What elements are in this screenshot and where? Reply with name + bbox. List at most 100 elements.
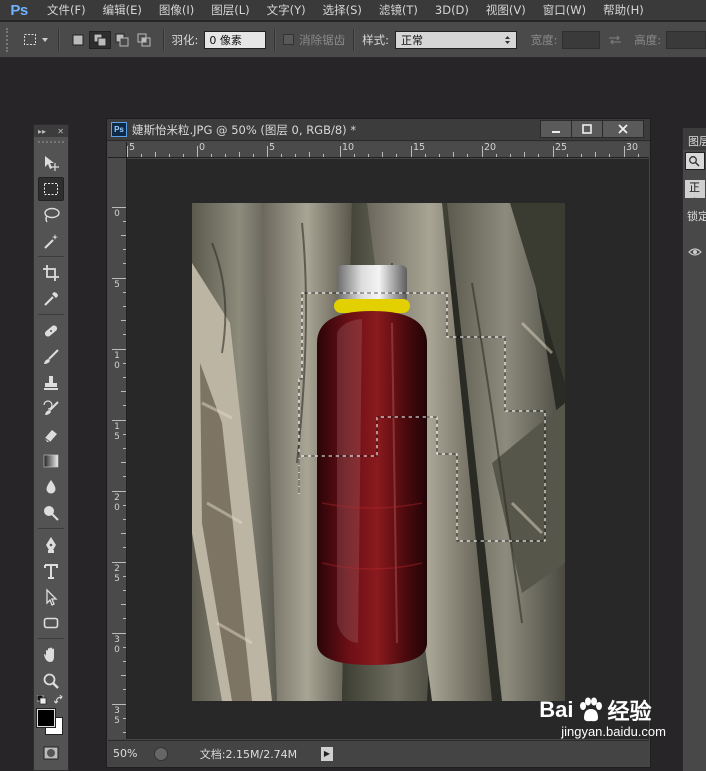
zoom-level[interactable]: 50%	[108, 747, 154, 760]
menu-help[interactable]: 帮助(H)	[594, 0, 652, 20]
swap-dimensions-icon[interactable]	[600, 31, 630, 49]
style-select[interactable]: 正常	[395, 30, 517, 49]
move-tool-icon[interactable]	[38, 151, 64, 175]
magic-wand-tool-icon[interactable]	[38, 229, 64, 253]
vertical-ruler[interactable]: 0 5 10 15 20 25 30 35	[108, 158, 127, 739]
options-bar: 羽化: 0 像素 消除锯齿 样式: 正常 宽度: 高度:	[0, 22, 706, 58]
brush-tool-icon[interactable]	[38, 345, 64, 369]
ruler-origin[interactable]	[108, 142, 127, 158]
history-brush-tool-icon[interactable]	[38, 397, 64, 421]
menu-image[interactable]: 图像(I)	[150, 0, 202, 20]
bottle-photo	[192, 203, 565, 701]
screen-mode-icon[interactable]	[38, 767, 64, 771]
type-tool-icon[interactable]	[38, 559, 64, 583]
baidu-watermark: Bai 经验 jingyan.baidu.com	[539, 694, 666, 739]
tools-divider	[38, 528, 64, 529]
preset-dropdown-icon[interactable]	[40, 31, 50, 49]
close-icon[interactable]: ✕	[57, 127, 64, 136]
watermark-suffix: 经验	[607, 699, 652, 724]
select-arrows-icon	[504, 35, 510, 44]
foreground-color-swatch[interactable]	[37, 709, 55, 727]
ruler-label: 0	[199, 142, 206, 153]
menu-bar: Ps 文件(F) 编辑(E) 图像(I) 图层(L) 文字(Y) 选择(S) 滤…	[0, 0, 706, 20]
new-selection-icon[interactable]	[67, 31, 89, 49]
hand-tool-icon[interactable]	[38, 643, 64, 667]
menu-layer[interactable]: 图层(L)	[202, 0, 257, 20]
subtract-selection-icon[interactable]	[111, 31, 133, 49]
rectangular-marquee-tool-icon[interactable]	[38, 177, 64, 201]
status-info-icon[interactable]	[154, 746, 168, 761]
eraser-tool-icon[interactable]	[38, 423, 64, 447]
menu-select[interactable]: 选择(S)	[314, 0, 370, 20]
menu-view[interactable]: 视图(V)	[477, 0, 534, 20]
menu-file[interactable]: 文件(F)	[38, 0, 94, 20]
blur-tool-icon[interactable]	[38, 475, 64, 499]
document-window: Ps 婕斯怡米粒.JPG @ 50% (图层 0, RGB/8) * 5 0 5…	[106, 118, 651, 768]
options-divider	[162, 28, 164, 51]
path-selection-tool-icon[interactable]	[38, 585, 64, 609]
gradient-tool-icon[interactable]	[38, 449, 64, 473]
document-title: 婕斯怡米粒.JPG @ 50% (图层 0, RGB/8) *	[132, 122, 357, 137]
minimize-icon[interactable]	[540, 120, 572, 138]
intersect-selection-icon[interactable]	[133, 31, 155, 49]
rectangle-tool-icon[interactable]	[38, 611, 64, 635]
document-title-bar[interactable]: Ps 婕斯怡米粒.JPG @ 50% (图层 0, RGB/8) *	[107, 119, 650, 141]
window-controls	[540, 120, 644, 138]
height-input[interactable]	[666, 30, 706, 49]
menu-type[interactable]: 文字(Y)	[258, 0, 314, 20]
photoshop-logo: Ps	[10, 1, 28, 19]
layers-panel-title[interactable]: 图层	[683, 128, 706, 150]
feather-label: 羽化:	[171, 32, 199, 47]
collapse-icon[interactable]: ▸▸	[38, 127, 46, 136]
style-select-value: 正常	[401, 33, 424, 47]
width-input[interactable]	[562, 30, 601, 49]
default-colors-icon[interactable]	[36, 694, 47, 708]
tools-grip[interactable]	[38, 141, 64, 149]
ruler-label: 5	[269, 142, 276, 153]
options-grip[interactable]	[6, 27, 12, 52]
visibility-eye-icon[interactable]	[685, 242, 705, 262]
ruler-label: 10	[114, 351, 120, 371]
menu-items: 文件(F) 编辑(E) 图像(I) 图层(L) 文字(Y) 选择(S) 滤镜(T…	[38, 0, 652, 20]
blend-mode-select[interactable]: 正常	[685, 180, 705, 198]
clone-stamp-tool-icon[interactable]	[38, 371, 64, 395]
quick-mask-icon[interactable]	[38, 741, 64, 765]
eyedropper-tool-icon[interactable]	[38, 287, 64, 311]
ruler-label: 5	[114, 280, 120, 290]
layer-filter[interactable]	[685, 152, 705, 170]
ruler-ticks	[127, 146, 639, 157]
status-bar: 50% 文档:2.15M/2.74M ▶	[108, 740, 649, 766]
layers-panel: 图层 正常 锁定	[682, 128, 706, 771]
healing-brush-tool-icon[interactable]	[38, 319, 64, 343]
document-size: 文档:2.15M/2.74M	[199, 747, 298, 761]
lock-label: 锁定	[687, 210, 706, 223]
swap-colors-icon[interactable]	[53, 694, 64, 708]
add-selection-icon[interactable]	[88, 30, 111, 49]
tools-divider	[38, 314, 64, 315]
options-divider	[353, 28, 355, 51]
menu-filter[interactable]: 滤镜(T)	[370, 0, 426, 20]
close-window-icon[interactable]	[602, 120, 644, 138]
status-menu-icon[interactable]: ▶	[321, 746, 333, 761]
search-icon	[689, 156, 700, 167]
feather-input[interactable]: 0 像素	[204, 30, 267, 49]
ruler-label: 25	[555, 142, 568, 153]
menu-edit[interactable]: 编辑(E)	[94, 0, 150, 20]
antialias-checkbox[interactable]	[283, 34, 295, 45]
tools-divider	[38, 256, 64, 257]
pen-tool-icon[interactable]	[38, 533, 64, 557]
menu-window[interactable]: 窗口(W)	[534, 0, 594, 20]
tools-divider	[38, 638, 64, 639]
tools-panel: ▸▸ ✕	[33, 124, 69, 771]
lasso-tool-icon[interactable]	[38, 203, 64, 227]
tools-panel-header: ▸▸ ✕	[34, 125, 68, 137]
dodge-tool-icon[interactable]	[38, 501, 64, 525]
crop-tool-icon[interactable]	[38, 261, 64, 285]
menu-3d[interactable]: 3D(D)	[426, 0, 477, 20]
zoom-tool-icon[interactable]	[38, 669, 64, 693]
photo-canvas[interactable]	[127, 159, 649, 739]
maximize-icon[interactable]	[571, 120, 603, 138]
canvas-area[interactable]	[127, 159, 649, 739]
marquee-preset-icon[interactable]	[22, 31, 40, 49]
horizontal-ruler[interactable]: 5 0 5 10 15 20 25 30	[127, 142, 649, 158]
